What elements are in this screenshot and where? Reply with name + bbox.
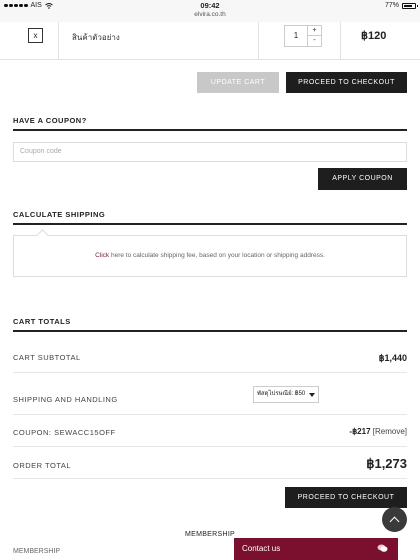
apply-coupon-button[interactable]: APPLY COUPON [318, 168, 407, 190]
calculate-shipping-link[interactable]: Click [95, 252, 109, 259]
ios-status-bar: AIS 09:42 elvira.co.th 77% [0, 0, 420, 22]
divider [258, 22, 259, 60]
shipping-label: SHIPPING AND HANDLING [13, 395, 118, 404]
coupon-discount-amount: -฿217 [349, 427, 371, 436]
order-total-value: ฿1,273 [366, 456, 407, 471]
divider [58, 22, 59, 60]
shipping-section-title: CALCULATE SHIPPING [13, 210, 106, 219]
remove-coupon-link[interactable]: [Remove] [373, 427, 407, 436]
quantity-input[interactable]: 1 [285, 26, 307, 46]
shipping-hint-text: here to calculate shipping fee, based on… [109, 252, 325, 259]
coupon-discount: -฿217 [Remove] [349, 427, 407, 436]
section-rule [13, 129, 407, 131]
calculate-shipping-panel: Click here to calculate shipping fee, ba… [13, 229, 407, 277]
row-divider [13, 478, 407, 479]
update-cart-button[interactable]: UPDATE CART [197, 72, 279, 93]
row-divider [13, 372, 407, 373]
section-rule [13, 223, 407, 225]
contact-us-label: Contact us [242, 544, 281, 553]
item-subtotal: ฿120 [361, 30, 387, 42]
pointer-arrow [36, 229, 49, 242]
chevron-up-icon[interactable] [382, 507, 407, 532]
coupon-section-title: HAVE A COUPON? [13, 116, 87, 125]
battery-percent: 77% [384, 2, 399, 9]
shipping-method-select[interactable]: พัสดุไปรษณีย์: ฿50 [253, 386, 319, 403]
remove-item-button[interactable]: x [28, 28, 43, 43]
section-rule [13, 330, 407, 332]
subtotal-label: CART SUBTOTAL [13, 353, 81, 362]
coupon-applied-label: COUPON: SEWACC15OFF [13, 428, 116, 437]
membership-heading: MEMBERSHIP [184, 531, 236, 538]
membership-link[interactable]: MEMBERSHIP [13, 548, 60, 555]
shipping-method-value: พัสดุไปรษณีย์: ฿50 [257, 391, 306, 397]
order-total-label: ORDER TOTAL [13, 461, 72, 470]
proceed-to-checkout-bottom-button[interactable]: PROCEED TO CHECKOUT [285, 487, 407, 508]
product-name[interactable]: สินค้าตัวอย่าง [72, 31, 120, 44]
address-bar-url[interactable]: elvira.co.th [0, 11, 420, 18]
battery-icon [402, 2, 418, 9]
battery-status: 77% [384, 2, 418, 9]
cart-totals-title: CART TOTALS [13, 317, 71, 326]
row-divider [13, 414, 407, 415]
chat-icon [377, 544, 388, 552]
quantity-stepper: 1 + - [284, 25, 322, 47]
subtotal-value: ฿1,440 [378, 353, 407, 363]
contact-us-button[interactable]: Contact us [234, 538, 398, 560]
proceed-to-checkout-button[interactable]: PROCEED TO CHECKOUT [286, 72, 407, 93]
coupon-code-input[interactable]: Coupon code [13, 142, 407, 162]
quantity-increase-button[interactable]: + [307, 26, 321, 36]
status-time: 09:42 [200, 1, 220, 10]
dropdown-caret-icon [309, 393, 315, 397]
row-divider [13, 446, 407, 447]
divider [340, 22, 341, 60]
quantity-decrease-button[interactable]: - [307, 36, 321, 46]
cart-item-row: x สินค้าตัวอย่าง 1 + - ฿120 [0, 22, 420, 60]
